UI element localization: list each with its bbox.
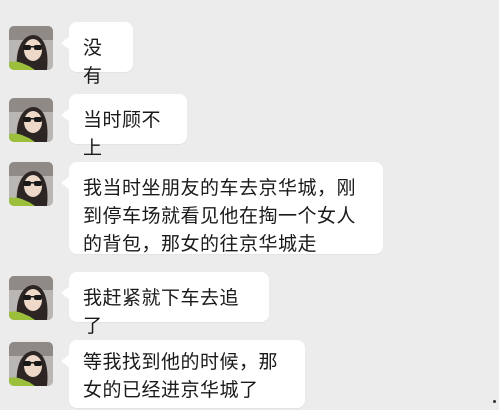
chat-view: 没有 当时顾不上 我当时坐朋友的车去京华城，刚到停车场就看见他在掏一个女人的背包… bbox=[0, 0, 499, 410]
message-bubble[interactable]: 当时顾不上 bbox=[61, 94, 187, 159]
avatar[interactable] bbox=[9, 342, 53, 386]
avatar[interactable] bbox=[9, 98, 53, 142]
avatar[interactable] bbox=[9, 276, 53, 320]
avatar-image bbox=[9, 98, 53, 142]
avatar-image bbox=[9, 276, 53, 320]
avatar-image bbox=[9, 26, 53, 70]
edge-dot bbox=[493, 400, 496, 403]
avatar-image bbox=[9, 342, 53, 386]
avatar-image bbox=[9, 162, 53, 206]
avatar[interactable] bbox=[9, 26, 53, 70]
message-bubble[interactable]: 我赶紧就下车去追了 bbox=[61, 272, 269, 337]
message-bubble[interactable]: 没有 bbox=[61, 22, 133, 87]
message-bubble[interactable]: 我当时坐朋友的车去京华城，刚到停车场就看见他在掏一个女人的背包，那女的往京华城走 bbox=[61, 162, 383, 255]
message-bubble[interactable]: 等我找到他的时候，那女的已经进京华城了 bbox=[61, 340, 305, 408]
avatar[interactable] bbox=[9, 162, 53, 206]
